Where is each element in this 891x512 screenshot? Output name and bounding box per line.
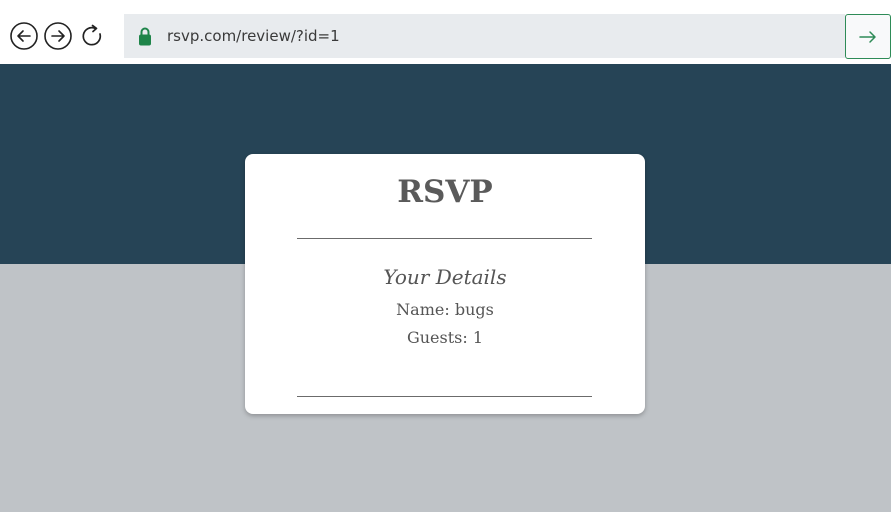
top-divider <box>297 238 592 239</box>
browser-toolbar: rsvp.com/review/?id=1 <box>0 0 891 64</box>
lock-icon <box>139 27 151 46</box>
go-arrow-icon <box>859 30 876 43</box>
back-arrow-icon <box>10 22 38 50</box>
forward-arrow-icon <box>44 22 72 50</box>
bottom-divider <box>297 396 592 397</box>
rsvp-card: RSVP Your Details Name: bugs Guests: 1 <box>245 154 645 414</box>
forward-button[interactable] <box>43 21 73 51</box>
details-heading: Your Details <box>383 265 507 289</box>
name-detail: Name: bugs <box>396 300 494 319</box>
address-bar[interactable]: rsvp.com/review/?id=1 <box>124 14 845 58</box>
guests-detail: Guests: 1 <box>406 328 484 347</box>
card-title: RSVP <box>397 174 493 210</box>
url-text[interactable]: rsvp.com/review/?id=1 <box>167 14 340 58</box>
reload-button[interactable] <box>78 21 108 51</box>
reload-icon <box>82 24 102 46</box>
back-button[interactable] <box>9 21 39 51</box>
go-button[interactable] <box>845 14 891 59</box>
